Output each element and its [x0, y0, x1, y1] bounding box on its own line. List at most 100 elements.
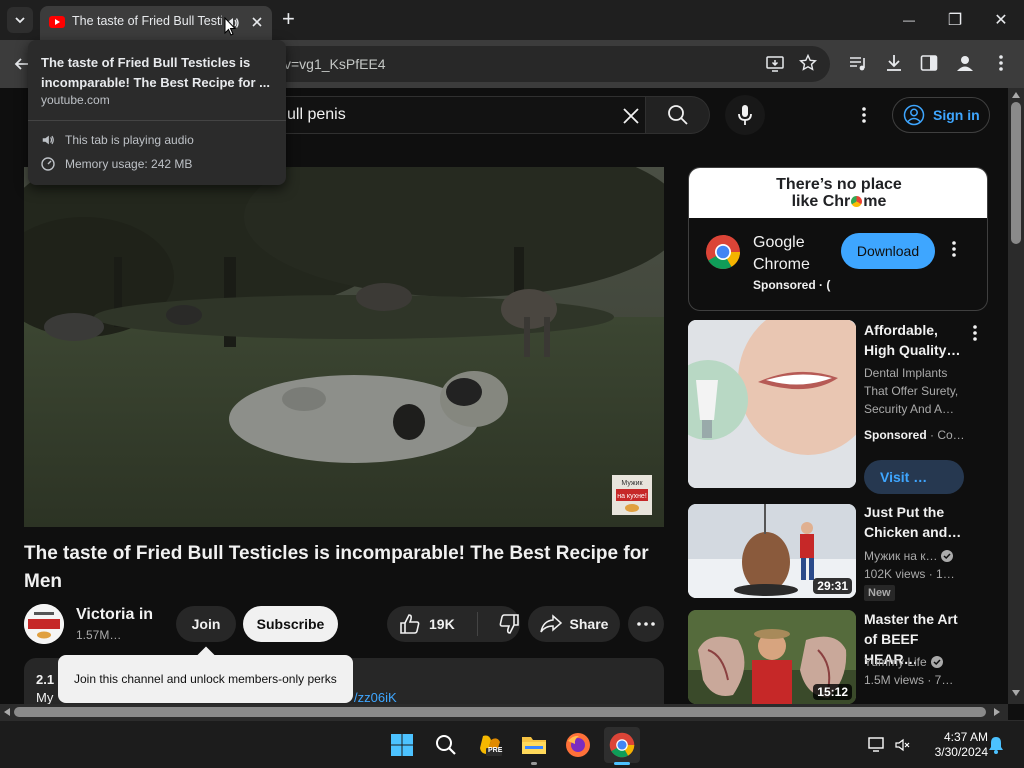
active-app-indicator	[614, 762, 630, 765]
verified-check-icon	[930, 656, 943, 668]
scroll-up-arrow-icon[interactable]	[1012, 92, 1020, 98]
chrome-menu-icon[interactable]	[996, 53, 1006, 73]
video-player[interactable]: Мужик на кухне!	[24, 167, 664, 527]
ad-sponsored-label: Sponsored · (	[753, 278, 831, 292]
ad-banner[interactable]: There’s no place like Chr me	[689, 168, 987, 218]
channel-name[interactable]: Victoria in	[76, 606, 153, 624]
like-button[interactable]: 19K	[387, 606, 520, 642]
hovercard-audio-row: This tab is playing audio	[41, 133, 194, 147]
windows-logo-icon	[391, 734, 413, 756]
tab-strip: The taste of Fried Bull Testicles is inc…	[0, 0, 1024, 40]
taskbar-file-explorer[interactable]	[516, 727, 552, 763]
dental-ad-image	[688, 320, 856, 488]
taskbar-firefox[interactable]	[560, 727, 596, 763]
channel-avatar[interactable]	[24, 604, 64, 644]
ad-download-button[interactable]: Download	[841, 233, 935, 269]
new-tab-button[interactable]: +	[282, 8, 295, 30]
horizontal-scroll-thumb[interactable]	[14, 707, 986, 717]
settings-kebab-icon[interactable]	[859, 105, 869, 125]
maximize-button[interactable]: ❐	[932, 0, 978, 40]
watermark-line1: Мужик	[621, 480, 643, 487]
pre-badge: PRE	[488, 747, 503, 754]
rec-channel-beef-heart[interactable]: Yummy Life	[864, 653, 943, 671]
scroll-right-arrow-icon[interactable]	[994, 708, 1000, 716]
search-button[interactable]	[646, 96, 710, 134]
subscriber-count: 1.57M…	[76, 628, 122, 642]
taskbar-clock[interactable]: 4:37 AM 3/30/2024	[918, 730, 988, 760]
account-icon	[903, 104, 925, 126]
hovercard-divider	[28, 120, 286, 121]
tab-search-button[interactable]	[7, 7, 33, 33]
scroll-left-arrow-icon[interactable]	[4, 708, 10, 716]
taskbar-app-pre[interactable]: PRE	[472, 727, 508, 763]
bookmark-star-icon[interactable]	[799, 54, 817, 72]
join-tooltip: Join this channel and unlock members-onl…	[58, 655, 353, 703]
vertical-scroll-thumb[interactable]	[1011, 102, 1021, 244]
explorer-running-indicator	[531, 762, 537, 765]
rec-menu-kebab-icon[interactable]	[972, 324, 978, 342]
join-button[interactable]: Join	[176, 606, 236, 642]
firefox-icon	[566, 733, 590, 757]
search-query: ull penis	[287, 106, 346, 123]
notification-bell-icon[interactable]	[988, 736, 1004, 754]
horizontal-ellipsis-icon	[637, 622, 655, 626]
scroll-down-arrow-icon[interactable]	[1012, 690, 1020, 696]
microphone-icon	[738, 105, 752, 125]
clock-time: 4:37 AM	[943, 730, 988, 744]
rec-title-dental[interactable]: Affordable, High Quality…	[864, 320, 964, 360]
minimize-button[interactable]: —	[886, 0, 932, 40]
side-panel-icon[interactable]	[920, 54, 938, 72]
ad-menu-kebab-icon[interactable]	[951, 240, 957, 258]
search-icon	[667, 105, 688, 125]
taskbar-search-button[interactable]	[428, 727, 464, 763]
sponsored-ad-card[interactable]: There’s no place like Chr me Google Chrom…	[688, 167, 988, 311]
profile-icon[interactable]	[955, 53, 975, 73]
chrome-logo-icon	[706, 235, 740, 269]
video-title: The taste of Fried Bull Testicles is inc…	[24, 543, 649, 592]
sign-in-button[interactable]: Sign in	[892, 97, 990, 133]
start-button[interactable]	[384, 727, 420, 763]
rec-thumbnail-beef-heart[interactable]: 15:12	[688, 610, 856, 704]
install-app-icon[interactable]	[766, 55, 784, 73]
ad-advertiser-name: Google Chrome	[753, 234, 810, 273]
rec-title-chicken[interactable]: Just Put the Chicken and…	[864, 502, 964, 542]
more-actions-button[interactable]	[628, 606, 664, 642]
rec-description-dental: Dental Implants That Offer Surety, Securit…	[864, 366, 959, 416]
visit-site-button[interactable]: Visit …	[864, 460, 964, 494]
volume-muted-icon[interactable]	[894, 737, 910, 753]
share-label: Share	[569, 616, 609, 632]
address-url: v=vg1_KsPfEE4	[284, 56, 386, 72]
folder-icon	[522, 737, 546, 754]
search-input[interactable]: ull penis	[248, 96, 646, 134]
tab-hover-card: The taste of Fried Bull Testicles is inc…	[28, 40, 286, 185]
thumbs-down-icon[interactable]	[498, 613, 520, 635]
verified-check-icon	[941, 550, 954, 562]
like-count: 19K	[429, 616, 455, 632]
share-button[interactable]: Share	[528, 606, 620, 642]
network-display-icon[interactable]	[868, 736, 886, 754]
thumbs-up-icon	[400, 614, 420, 634]
voice-search-button[interactable]	[725, 95, 765, 135]
close-window-button[interactable]: ✕	[978, 0, 1024, 40]
clear-search-icon[interactable]	[621, 106, 641, 126]
chrome-o-icon	[851, 196, 863, 207]
description-link[interactable]: /zz06iK	[354, 690, 397, 704]
hovercard-domain: youtube.com	[41, 93, 110, 107]
subscribe-button[interactable]: Subscribe	[243, 606, 338, 642]
tab-close-icon[interactable]	[250, 15, 264, 29]
chrome-logo-icon	[609, 732, 635, 758]
rec-views-chicken: 102K views · 1…	[864, 567, 955, 581]
taskbar-chrome[interactable]	[604, 727, 640, 763]
rec-thumbnail-chicken[interactable]: 29:31	[688, 504, 856, 598]
rec-thumbnail-dental[interactable]	[688, 320, 856, 488]
copilot-pre-icon	[480, 735, 502, 756]
hovercard-memory-row: Memory usage: 242 MB	[41, 157, 192, 171]
watermark-line2: на кухне!	[617, 493, 647, 500]
description-text: My	[36, 690, 54, 704]
rec-channel-chicken[interactable]: Мужик на к…	[864, 547, 954, 565]
download-icon[interactable]	[884, 53, 904, 73]
like-divider	[476, 612, 478, 636]
media-control-icon[interactable]	[848, 54, 868, 74]
mouse-cursor-icon	[224, 17, 236, 36]
browser-tab[interactable]: The taste of Fried Bull Testicles is inc…	[40, 6, 272, 40]
